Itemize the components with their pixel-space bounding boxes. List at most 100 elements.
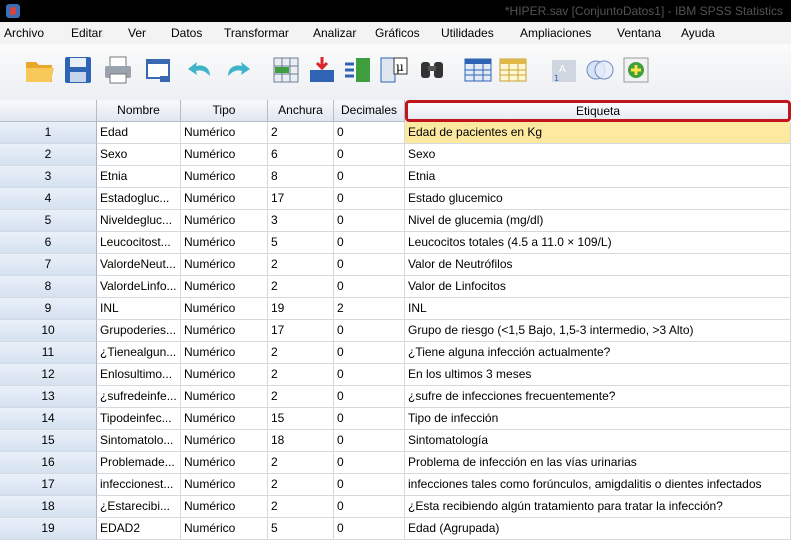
table-row[interactable]: 14 Tipodeinfec... Numérico 15 0 Tipo de infec… (0, 408, 791, 430)
split-file-icon[interactable] (462, 54, 494, 86)
cell-decimales[interactable]: 0 (334, 518, 405, 540)
cell-tipo[interactable]: Numérico (181, 320, 268, 342)
cell-tipo[interactable]: Numérico (181, 298, 268, 320)
table-row[interactable]: 18 ¿Estarecibi... Numérico 2 0 ¿Esta recibien… (0, 496, 791, 518)
cell-etiqueta[interactable]: Edad (Agrupada) (405, 518, 791, 540)
dialog-recall-icon[interactable] (142, 54, 174, 86)
cell-decimales[interactable]: 0 (334, 232, 405, 254)
cell-etiqueta[interactable]: Tipo de infección (405, 408, 791, 430)
cell-etiqueta[interactable]: Valor de Neutrófilos (405, 254, 791, 276)
cell-anchura[interactable]: 19 (268, 298, 334, 320)
cell-etiqueta[interactable]: Nivel de glucemia (mg/dl) (405, 210, 791, 232)
cell-decimales[interactable]: 0 (334, 210, 405, 232)
table-row[interactable]: 10 Grupoderies... Numérico 17 0 Grupo de ries… (0, 320, 791, 342)
cell-anchura[interactable]: 2 (268, 122, 334, 144)
cell-anchura[interactable]: 2 (268, 386, 334, 408)
cell-nombre[interactable]: ValordeNeut... (97, 254, 181, 276)
cell-decimales[interactable]: 0 (334, 144, 405, 166)
table-row[interactable]: 13 ¿sufredeinfe... Numérico 2 0 ¿sufre de inf… (0, 386, 791, 408)
cell-nombre[interactable]: Estadogluc... (97, 188, 181, 210)
cell-decimales[interactable]: 0 (334, 320, 405, 342)
cell-anchura[interactable]: 17 (268, 320, 334, 342)
row-number[interactable]: 7 (0, 254, 97, 276)
cell-etiqueta[interactable]: Sintomatología (405, 430, 791, 452)
menu-ventana[interactable]: Ventana (617, 26, 661, 40)
cell-decimales[interactable]: 0 (334, 408, 405, 430)
cell-tipo[interactable]: Numérico (181, 430, 268, 452)
table-row[interactable]: 19 EDAD2 Numérico 5 0 Edad (Agrupada) (0, 518, 791, 540)
cell-anchura[interactable]: 8 (268, 166, 334, 188)
cell-anchura[interactable]: 2 (268, 452, 334, 474)
menu-transformar[interactable]: Transformar (224, 26, 289, 40)
cell-decimales[interactable]: 0 (334, 188, 405, 210)
table-row[interactable]: 3 Etnia Numérico 8 0 Etnia (0, 166, 791, 188)
cell-decimales[interactable]: 0 (334, 452, 405, 474)
cell-decimales[interactable]: 0 (334, 342, 405, 364)
cell-nombre[interactable]: Leucocitost... (97, 232, 181, 254)
use-sets-icon[interactable] (584, 54, 616, 86)
row-number[interactable]: 18 (0, 496, 97, 518)
cell-tipo[interactable]: Numérico (181, 210, 268, 232)
cell-nombre[interactable]: Grupoderies... (97, 320, 181, 342)
cell-anchura[interactable]: 15 (268, 408, 334, 430)
open-folder-icon[interactable] (24, 54, 56, 86)
cell-anchura[interactable]: 2 (268, 496, 334, 518)
row-number[interactable]: 5 (0, 210, 97, 232)
row-number[interactable]: 8 (0, 276, 97, 298)
cell-etiqueta[interactable]: Etnia (405, 166, 791, 188)
row-number[interactable]: 14 (0, 408, 97, 430)
cell-etiqueta[interactable]: Valor de Linfocitos (405, 276, 791, 298)
cell-nombre[interactable]: Edad (97, 122, 181, 144)
cell-nombre[interactable]: Etnia (97, 166, 181, 188)
menu-ver[interactable]: Ver (128, 26, 146, 40)
row-number[interactable]: 9 (0, 298, 97, 320)
cell-etiqueta[interactable]: Grupo de riesgo (<1,5 Bajo, 1,5-3 interm… (405, 320, 791, 342)
menu-analizar[interactable]: Analizar (313, 26, 356, 40)
cell-anchura[interactable]: 2 (268, 364, 334, 386)
cell-decimales[interactable]: 0 (334, 166, 405, 188)
cell-etiqueta[interactable]: ¿sufre de infecciones frecuentemente? (405, 386, 791, 408)
cell-nombre[interactable]: Enlosultimo... (97, 364, 181, 386)
cell-etiqueta[interactable]: ¿Tiene alguna infección actualmente? (405, 342, 791, 364)
cell-etiqueta[interactable]: INL (405, 298, 791, 320)
cell-tipo[interactable]: Numérico (181, 518, 268, 540)
column-header-decimales[interactable]: Decimales (334, 100, 405, 122)
table-row[interactable]: 1 Edad Numérico 2 0 Edad de pacientes en Kg (0, 122, 791, 144)
cell-anchura[interactable]: 6 (268, 144, 334, 166)
table-row[interactable]: 17 infeccionest... Numérico 2 0 infecciones t… (0, 474, 791, 496)
row-number[interactable]: 13 (0, 386, 97, 408)
cell-anchura[interactable]: 2 (268, 474, 334, 496)
cell-nombre[interactable]: Problemade... (97, 452, 181, 474)
table-row[interactable]: 15 Sintomatolo... Numérico 18 0 Sintomatologí… (0, 430, 791, 452)
row-number[interactable]: 4 (0, 188, 97, 210)
row-number[interactable]: 6 (0, 232, 97, 254)
cell-nombre[interactable]: EDAD2 (97, 518, 181, 540)
cell-anchura[interactable]: 2 (268, 342, 334, 364)
table-row[interactable]: 5 Niveldegluc... Numérico 3 0 Nivel de glucem… (0, 210, 791, 232)
table-row[interactable]: 9 INL Numérico 19 2 INL (0, 298, 791, 320)
menu-graficos[interactable]: Gráficos (375, 26, 420, 40)
cell-etiqueta[interactable]: Leucocitos totales (4.5 a 11.0 × 109/L) (405, 232, 791, 254)
select-cases-icon[interactable] (497, 54, 529, 86)
variables-icon[interactable]: μ (378, 54, 410, 86)
cell-tipo[interactable]: Numérico (181, 342, 268, 364)
cell-decimales[interactable]: 0 (334, 474, 405, 496)
table-row[interactable]: 4 Estadogluc... Numérico 17 0 Estado glucemic… (0, 188, 791, 210)
cell-etiqueta[interactable]: En los ultimos 3 meses (405, 364, 791, 386)
undo-icon[interactable] (184, 54, 216, 86)
menu-ampliaciones[interactable]: Ampliaciones (520, 26, 591, 40)
cell-etiqueta[interactable]: infecciones tales como forúnculos, amigd… (405, 474, 791, 496)
row-number[interactable]: 2 (0, 144, 97, 166)
table-row[interactable]: 6 Leucocitost... Numérico 5 0 Leucocitos tota… (0, 232, 791, 254)
cell-nombre[interactable]: ValordeLinfo... (97, 276, 181, 298)
cell-nombre[interactable]: Sexo (97, 144, 181, 166)
redo-icon[interactable] (222, 54, 254, 86)
cell-tipo[interactable]: Numérico (181, 452, 268, 474)
cell-decimales[interactable]: 0 (334, 254, 405, 276)
column-header-etiqueta[interactable]: Etiqueta (405, 100, 791, 122)
cell-anchura[interactable]: 5 (268, 518, 334, 540)
cell-tipo[interactable]: Numérico (181, 254, 268, 276)
print-icon[interactable] (102, 54, 134, 86)
cell-anchura[interactable]: 5 (268, 232, 334, 254)
table-row[interactable]: 16 Problemade... Numérico 2 0 Problema de inf… (0, 452, 791, 474)
